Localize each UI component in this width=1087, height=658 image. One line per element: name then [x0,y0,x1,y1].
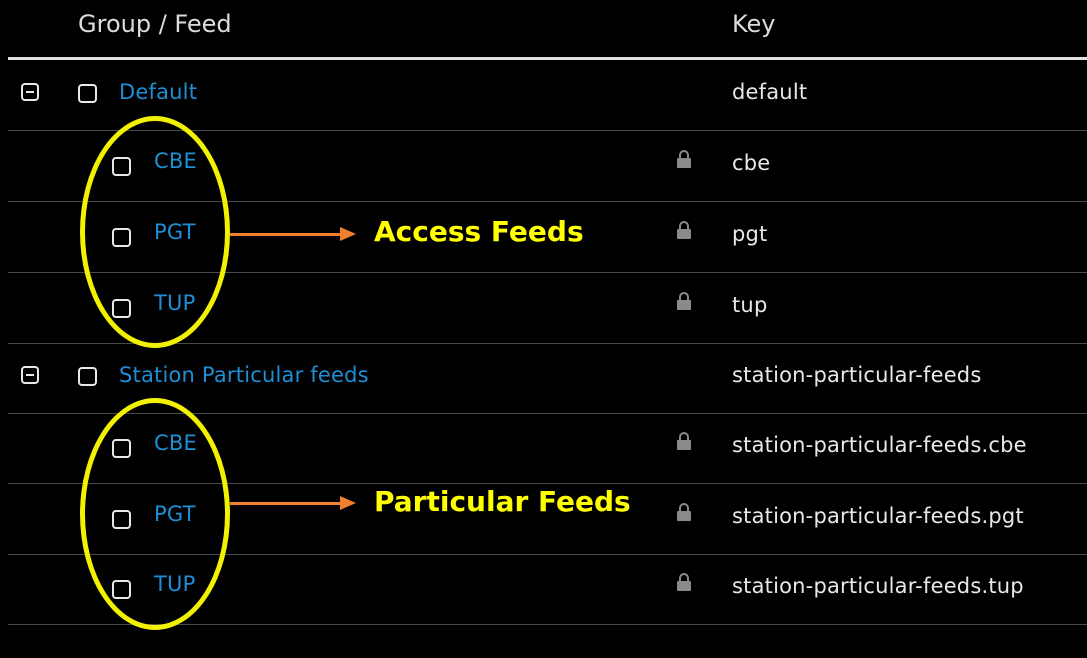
feed-key: station-particular-feeds.tup [732,574,1024,598]
group-row-station-particular-feeds: Station Particular feeds station-particu… [0,343,1087,414]
annotation-arrow-access [230,227,356,241]
feed-checkbox[interactable] [112,157,131,176]
lock-icon [677,503,691,521]
group-key: station-particular-feeds [732,363,982,387]
feed-key: tup [732,293,768,317]
column-header-key[interactable]: Key [732,10,776,38]
lock-icon [677,432,691,450]
group-checkbox[interactable] [78,367,97,386]
feed-key: station-particular-feeds.pgt [732,504,1024,528]
feed-name-link[interactable]: CBE [154,431,197,455]
table-header: Group / Feed Key [0,0,1087,60]
group-key: default [732,80,808,104]
collapse-minus-icon[interactable] [21,366,39,384]
group-checkbox[interactable] [78,84,97,103]
lock-icon [677,292,691,310]
feed-row: CBE cbe [0,131,1087,202]
feed-row: TUP station-particular-feeds.tup [0,554,1087,625]
feed-row: TUP tup [0,273,1087,344]
feed-checkbox[interactable] [112,228,131,247]
annotation-label-access: Access Feeds [374,215,584,248]
feed-name-link[interactable]: TUP [154,572,195,596]
lock-icon [677,221,691,239]
feed-name-link[interactable]: CBE [154,149,197,173]
group-name-link[interactable]: Station Particular feeds [119,363,369,387]
feed-key: station-particular-feeds.cbe [732,433,1027,457]
lock-icon [677,573,691,591]
row-divider [8,624,1087,625]
collapse-minus-icon[interactable] [21,83,39,101]
feed-checkbox[interactable] [112,299,131,318]
feed-key: pgt [732,222,768,246]
annotation-arrow-particular [230,496,356,510]
feed-name-link[interactable]: TUP [154,291,195,315]
feed-key: cbe [732,151,771,175]
annotation-label-particular: Particular Feeds [374,485,631,518]
feed-checkbox[interactable] [112,510,131,529]
column-header-group-feed[interactable]: Group / Feed [78,10,232,38]
feed-name-link[interactable]: PGT [154,502,196,526]
lock-icon [677,150,691,168]
feed-checkbox[interactable] [112,439,131,458]
group-name-link[interactable]: Default [119,80,197,104]
feed-checkbox[interactable] [112,580,131,599]
feed-name-link[interactable]: PGT [154,220,196,244]
feed-row: CBE station-particular-feeds.cbe [0,413,1087,484]
group-row-default: Default default [0,60,1087,131]
